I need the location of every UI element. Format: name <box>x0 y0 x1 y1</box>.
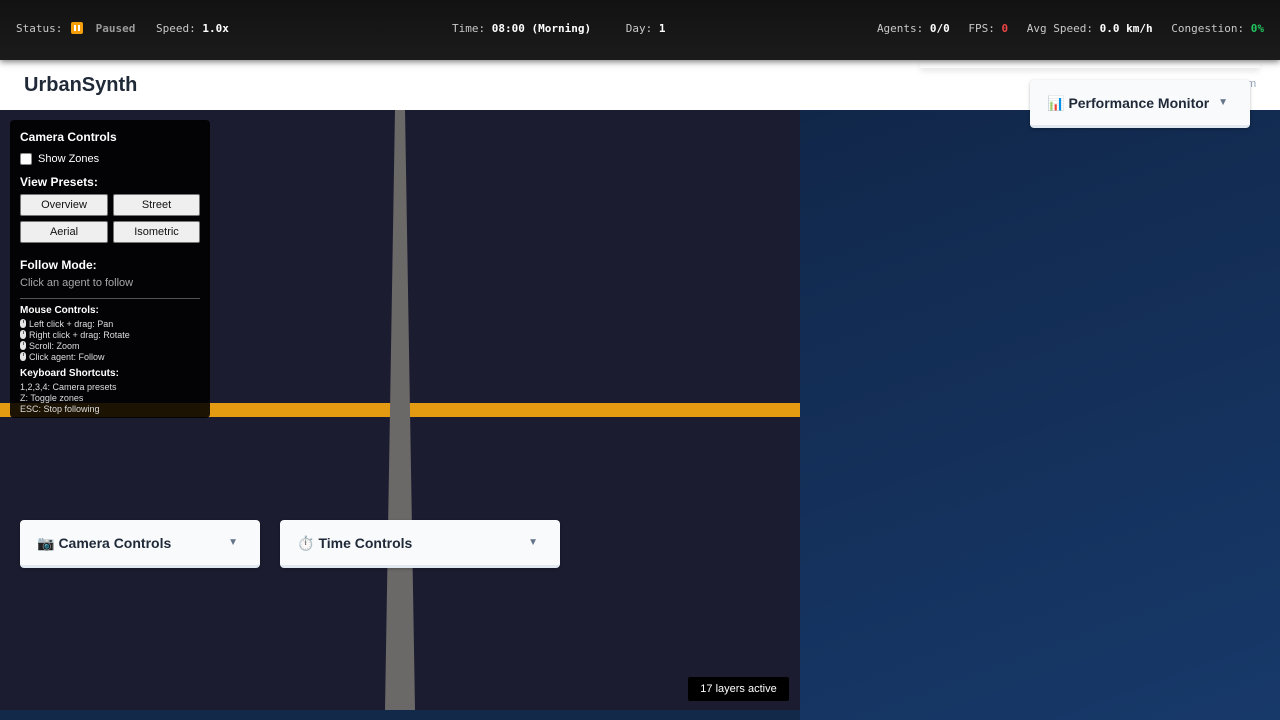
chevron-down-icon[interactable]: ▼ <box>528 537 538 548</box>
view-presets: Overview Street Aerial Isometric <box>20 194 200 243</box>
speed-value: 1.0x <box>202 22 229 35</box>
list-item: Right click + drag: Rotate <box>20 330 200 341</box>
camera-panel-title: Camera Controls <box>20 130 117 144</box>
mouse-icon <box>20 330 26 339</box>
pause-icon <box>70 22 83 34</box>
preset-isometric-button[interactable]: Isometric <box>113 221 200 243</box>
show-zones-checkbox[interactable] <box>20 153 32 165</box>
keyboard-shortcuts-list: 1,2,3,4: Camera presets Z: Toggle zones … <box>20 382 200 415</box>
performance-monitor-card[interactable]: 📊 Performance Monitor ▼ <box>1030 80 1250 128</box>
status-label: Status: <box>16 22 63 35</box>
list-item: Left click + drag: Pan <box>20 319 200 330</box>
app-title: UrbanSynth <box>24 74 138 96</box>
avg-speed-value: 0.0 km/h <box>1099 22 1153 35</box>
keyboard-shortcuts-label: Keyboard Shortcuts: <box>20 368 119 379</box>
fps-value: 0 <box>1001 22 1009 35</box>
metrics-group: Agents: 0/0 FPS: 0 Avg Speed: 0.0 km/h C… <box>877 22 1264 35</box>
list-item: Click agent: Follow <box>20 352 200 363</box>
day-value: 1 <box>658 22 666 35</box>
preset-aerial-button[interactable]: Aerial <box>20 221 108 243</box>
congestion-label: Congestion: <box>1171 22 1245 35</box>
follow-mode-hint: Click an agent to follow <box>20 277 134 289</box>
time-card-title: Time Controls <box>318 535 413 551</box>
speed-label: Speed: <box>155 22 196 35</box>
fps-label: FPS: <box>968 22 995 35</box>
camera-icon: 📷 <box>37 535 55 551</box>
layers-active-badge: 17 layers active <box>688 677 789 701</box>
show-zones-label[interactable]: Show Zones <box>38 153 99 165</box>
mouse-controls-list: Left click + drag: Pan Right click + dra… <box>20 319 200 363</box>
list-item: Z: Toggle zones <box>20 393 84 403</box>
agents-value: 0/0 <box>929 22 950 35</box>
header-dropdown-edge <box>920 60 1260 68</box>
list-item: 1,2,3,4: Camera presets <box>20 382 117 392</box>
show-zones-row[interactable]: Show Zones <box>20 153 200 165</box>
preset-street-button[interactable]: Street <box>113 194 200 216</box>
list-item: Scroll: Zoom <box>20 341 200 352</box>
mouse-controls-label: Mouse Controls: <box>20 305 99 316</box>
mouse-icon <box>20 319 26 328</box>
avg-speed-label: Avg Speed: <box>1026 22 1094 35</box>
camera-controls-card[interactable]: 📷 Camera Controls ▼ <box>20 520 260 568</box>
time-label: Time: <box>452 22 486 35</box>
status-bar: Status: Paused Speed: 1.0x Time: 08:00 (… <box>0 0 1280 60</box>
view-presets-label: View Presets: <box>20 175 98 189</box>
camera-card-title: Camera Controls <box>58 535 172 551</box>
mouse-icon <box>20 352 26 361</box>
road-vertical <box>385 110 415 710</box>
bar-chart-icon: 📊 <box>1047 95 1065 111</box>
chevron-down-icon[interactable]: ▼ <box>1218 97 1228 108</box>
list-item: ESC: Stop following <box>20 404 100 414</box>
camera-controls-panel: Camera Controls Show Zones View Presets:… <box>10 120 210 418</box>
status-value: Paused <box>95 22 136 35</box>
stopwatch-icon: ⏱️ <box>297 535 315 551</box>
day-label: Day: <box>625 22 653 35</box>
preset-overview-button[interactable]: Overview <box>20 194 108 216</box>
follow-mode-label: Follow Mode: <box>20 258 97 272</box>
time-group: Time: 08:00 (Morning) Day: 1 <box>452 22 665 35</box>
status-group: Status: Paused Speed: 1.0x <box>16 22 229 35</box>
mouse-icon <box>20 341 26 350</box>
time-controls-card[interactable]: ⏱️ Time Controls ▼ <box>280 520 560 568</box>
time-value: 08:00 (Morning) <box>491 22 592 35</box>
congestion-value: 0% <box>1250 22 1264 35</box>
side-background <box>800 110 1280 720</box>
agents-label: Agents: <box>876 22 924 35</box>
panel-divider <box>20 298 200 299</box>
chevron-down-icon[interactable]: ▼ <box>228 537 238 548</box>
performance-card-title: Performance Monitor <box>1068 95 1210 111</box>
